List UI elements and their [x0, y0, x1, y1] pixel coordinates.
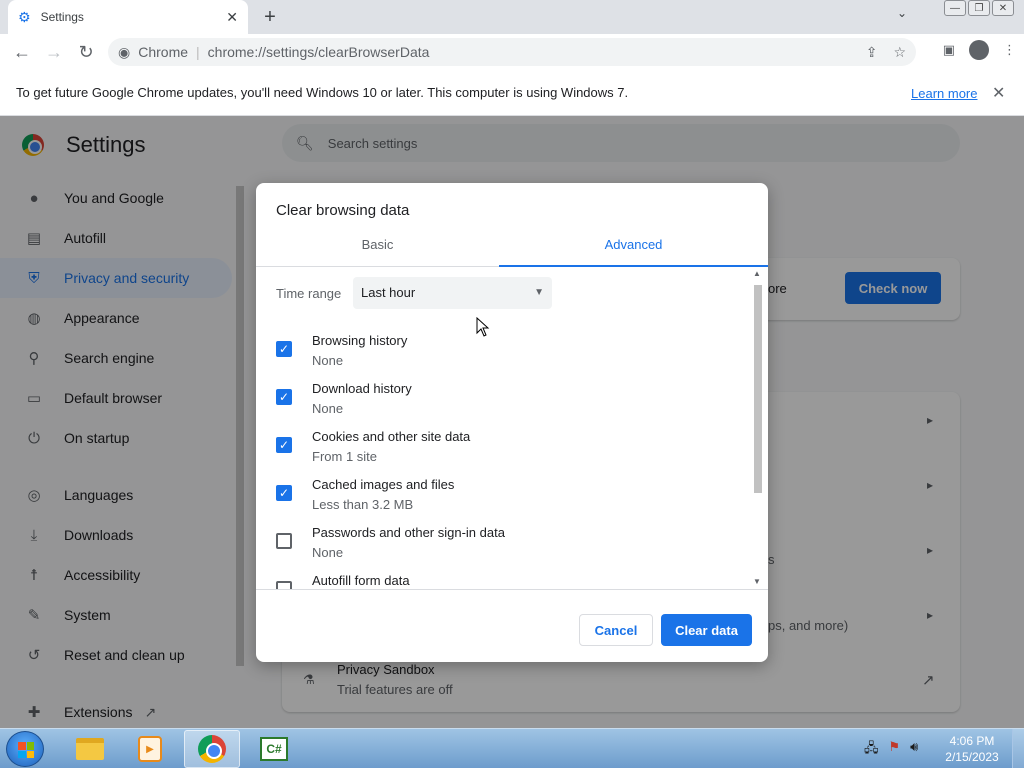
clock-time: 4:06 PM — [949, 734, 995, 748]
checkbox-cookies[interactable]: ✓ — [276, 437, 292, 453]
folder-icon — [76, 738, 104, 760]
tab-settings[interactable]: ⚙ Settings ✕ — [8, 0, 248, 34]
option-sub: Less than 3.2 MB — [312, 497, 414, 512]
taskbar-media-player[interactable]: ▶ — [122, 730, 178, 768]
dialog-title: Clear browsing data — [276, 202, 410, 219]
bookmark-star-icon[interactable]: ☆ — [893, 44, 906, 61]
option-label: Browsing history — [312, 333, 408, 348]
clear-data-button[interactable]: Clear data — [661, 614, 752, 646]
dialog-tabs: Basic Advanced — [256, 235, 768, 267]
new-tab-button[interactable]: + — [259, 4, 281, 30]
omnibox-separator: | — [196, 44, 200, 60]
tab-close-icon[interactable]: ✕ — [226, 9, 238, 26]
checkbox-passwords[interactable] — [276, 533, 292, 549]
gear-icon: ⚙ — [18, 8, 31, 25]
learn-more-link[interactable]: Learn more — [911, 86, 977, 101]
dialog-scrollbar[interactable]: ▲ ▼ — [752, 267, 764, 589]
option-label: Cookies and other site data — [312, 429, 471, 444]
scroll-thumb[interactable] — [754, 285, 762, 493]
time-range-label: Time range — [276, 286, 342, 301]
time-range-value: Last hour — [361, 285, 416, 300]
option-label: Cached images and files — [312, 477, 455, 492]
dropdown-arrow-icon: ▼ — [534, 287, 544, 298]
reload-icon[interactable]: ↻ — [70, 36, 102, 68]
menu-kebab-icon[interactable]: ⋮ — [1003, 42, 1016, 58]
network-icon[interactable]: 🖧 — [864, 739, 879, 761]
scroll-down-icon[interactable]: ▼ — [753, 577, 761, 586]
action-center-flag-icon[interactable]: ⚑ — [889, 739, 901, 761]
mouse-cursor-icon — [476, 317, 490, 337]
option-label: Download history — [312, 381, 412, 396]
tab-search-chevron-icon[interactable]: ⌄ — [897, 6, 907, 20]
clock-date: 2/15/2023 — [945, 750, 999, 764]
infobar-close-icon[interactable]: ✕ — [992, 83, 1005, 103]
minimize-button[interactable]: — — [944, 0, 966, 16]
chrome-icon — [198, 735, 226, 763]
option-browsing-history[interactable]: ✓ Browsing history None — [276, 333, 746, 381]
csharp-icon: C# — [260, 737, 288, 761]
chrome-site-icon: ◉ — [118, 43, 131, 60]
scroll-up-icon[interactable]: ▲ — [753, 269, 761, 278]
side-panel-icon[interactable]: ▣ — [943, 42, 955, 58]
checkbox-autofill[interactable] — [276, 581, 292, 589]
taskbar-csharp[interactable]: C# — [246, 730, 302, 768]
option-cookies[interactable]: ✓ Cookies and other site data From 1 sit… — [276, 429, 746, 477]
tab-basic[interactable]: Basic — [256, 235, 499, 267]
start-button[interactable] — [6, 731, 44, 767]
title-bar: ⚙ Settings ✕ + ⌄ — ❐ ✕ — [0, 0, 1024, 34]
infobar-message: To get future Google Chrome updates, you… — [16, 85, 629, 100]
option-label: Autofill form data — [312, 573, 410, 588]
option-sub: None — [312, 545, 344, 560]
taskbar-chrome[interactable] — [184, 730, 240, 768]
profile-avatar-icon[interactable] — [969, 40, 989, 60]
time-range-select[interactable]: Last hour ▼ — [353, 277, 552, 309]
forward-icon[interactable]: → — [38, 36, 70, 68]
back-icon[interactable]: ← — [6, 36, 38, 68]
taskbar-explorer[interactable] — [62, 730, 118, 768]
clear-browsing-data-dialog: Clear browsing data Basic Advanced Time … — [256, 183, 768, 662]
update-infobar: To get future Google Chrome updates, you… — [0, 70, 1024, 116]
checkbox-download-history[interactable]: ✓ — [276, 389, 292, 405]
option-autofill[interactable]: Autofill form data — [276, 573, 746, 589]
checkbox-browsing-history[interactable]: ✓ — [276, 341, 292, 357]
address-bar[interactable]: ◉ Chrome | chrome://settings/clearBrowse… — [108, 38, 916, 66]
option-sub: None — [312, 401, 344, 416]
option-sub: None — [312, 353, 344, 368]
system-tray: 🖧 ⚑ 🔊︎ — [864, 739, 918, 761]
media-player-icon: ▶ — [138, 736, 162, 762]
dialog-body: Time range Last hour ▼ ✓ Browsing histor… — [256, 267, 768, 589]
tab-title: Settings — [40, 10, 84, 24]
volume-icon[interactable]: 🔊︎ — [910, 739, 918, 761]
dialog-footer: Cancel Clear data — [256, 589, 768, 662]
cancel-button[interactable]: Cancel — [579, 614, 653, 646]
restore-button[interactable]: ❐ — [968, 0, 990, 16]
option-sub: From 1 site — [312, 449, 378, 464]
show-desktop-button[interactable] — [1012, 729, 1024, 768]
share-icon[interactable]: ⇪ — [866, 44, 878, 61]
omnibox-site: Chrome — [138, 44, 189, 60]
option-download-history[interactable]: ✓ Download history None — [276, 381, 746, 429]
taskbar-clock[interactable]: 4:06 PM 2/15/2023 — [944, 733, 1000, 765]
omnibox-url: chrome://settings/clearBrowserData — [207, 44, 430, 60]
option-label: Passwords and other sign-in data — [312, 525, 505, 540]
tab-advanced[interactable]: Advanced — [499, 235, 768, 267]
option-passwords[interactable]: Passwords and other sign-in data None — [276, 525, 746, 573]
windows-logo-icon — [18, 742, 34, 758]
toolbar: ← → ↻ ◉ Chrome | chrome://settings/clear… — [0, 34, 1024, 70]
option-cached-images[interactable]: ✓ Cached images and files Less than 3.2 … — [276, 477, 746, 525]
windows-taskbar: ▶ C# 🖧 ⚑ 🔊︎ 4:06 PM 2/15/2023 — [0, 728, 1024, 768]
checkbox-cached-images[interactable]: ✓ — [276, 485, 292, 501]
close-window-button[interactable]: ✕ — [992, 0, 1014, 16]
